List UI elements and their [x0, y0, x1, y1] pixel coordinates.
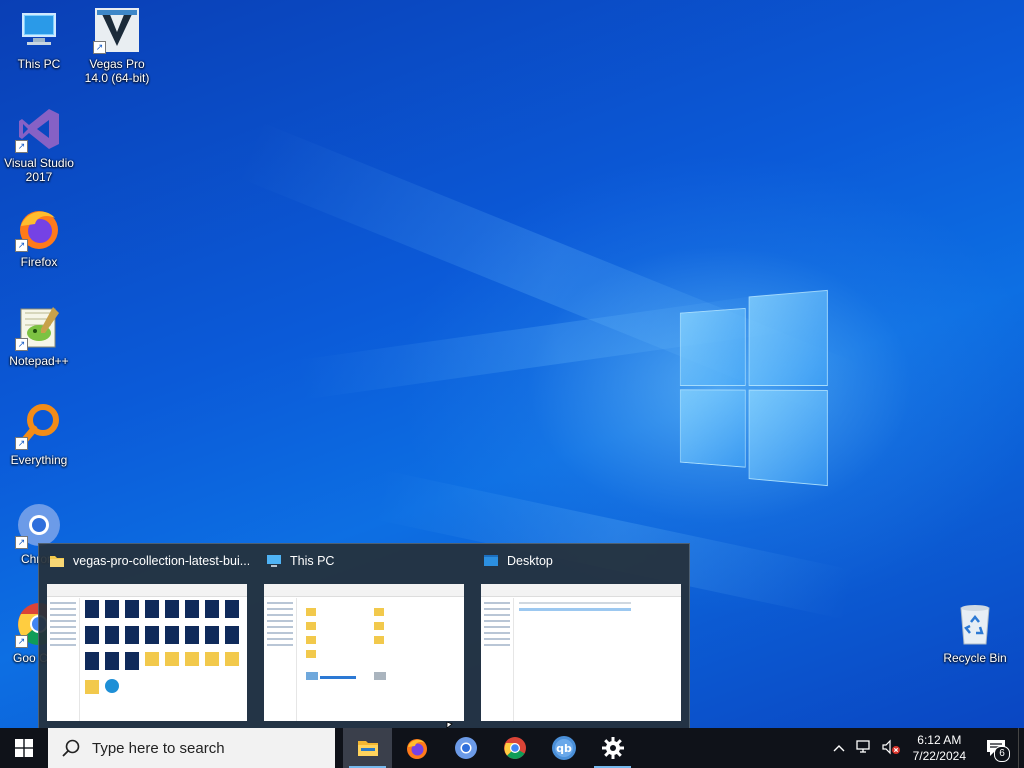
clock-time: 6:12 AM: [913, 732, 966, 748]
shortcut-arrow-icon: ↗: [93, 41, 106, 54]
system-tray: 6:12 AM 7/22/2024 6: [827, 728, 1024, 768]
desktop-icon-visual-studio[interactable]: ↗ Visual Studio 2017: [0, 105, 78, 184]
file-explorer-icon: [356, 736, 380, 760]
firefox-icon: ↗: [15, 204, 63, 252]
windows-wallpaper-logo: [680, 290, 826, 480]
everything-icon: ↗: [15, 402, 63, 450]
show-hidden-icons-chevron-icon[interactable]: [827, 741, 851, 755]
google-chrome-icon: [503, 736, 527, 760]
this-pc-icon: [15, 6, 63, 54]
action-center-button[interactable]: 6: [974, 728, 1018, 768]
desktop-icon-notepad-plus-plus[interactable]: ↗ Notepad++: [0, 303, 78, 368]
notification-count-badge: 6: [994, 746, 1010, 762]
chromium-icon: ↗: [15, 501, 63, 549]
desktop-icon-everything[interactable]: ↗ Everything: [0, 402, 78, 467]
window-title: Desktop: [507, 554, 553, 568]
desktop-icon-recycle-bin[interactable]: Recycle Bin: [936, 600, 1014, 665]
search-placeholder: Type here to search: [92, 740, 225, 757]
taskbar-file-explorer[interactable]: [343, 728, 392, 768]
shortcut-arrow-icon: ↗: [15, 536, 28, 549]
this-pc-icon: [266, 553, 282, 569]
desktop-icon-firefox[interactable]: ↗ Firefox: [0, 204, 78, 269]
shortcut-arrow-icon: ↗: [15, 437, 28, 450]
taskbar-chromium[interactable]: [441, 728, 490, 768]
window-thumbnail-vegas-folder[interactable]: vegas-pro-collection-latest-bui...: [39, 544, 255, 728]
shortcut-arrow-icon: ↗: [15, 635, 28, 648]
window-preview: [264, 584, 464, 721]
svg-text:qb: qb: [556, 742, 572, 755]
chromium-icon: [454, 736, 478, 760]
taskbar-google-chrome[interactable]: [490, 728, 539, 768]
network-icon[interactable]: [851, 739, 877, 758]
desktop[interactable]: This PC ↗ Vegas Pro 14.0 (64-bit) ↗ Visu…: [0, 0, 1024, 728]
taskbar-settings[interactable]: [588, 728, 637, 768]
search-icon: [62, 739, 80, 757]
volume-muted-icon[interactable]: [877, 739, 905, 758]
visual-studio-icon: ↗: [15, 105, 63, 153]
shortcut-arrow-icon: ↗: [15, 338, 28, 351]
notepad-plus-plus-icon: ↗: [15, 303, 63, 351]
window-title: vegas-pro-collection-latest-bui...: [73, 554, 249, 568]
window-title: This PC: [290, 554, 334, 568]
window-thumbnail-desktop[interactable]: Desktop: [473, 544, 689, 728]
shortcut-arrow-icon: ↗: [15, 239, 28, 252]
taskbar-thumbnail-preview: vegas-pro-collection-latest-bui... This …: [38, 543, 690, 728]
windows-start-icon: [15, 739, 33, 757]
desktop-folder-icon: [483, 553, 499, 569]
recycle-bin-icon: [951, 600, 999, 648]
taskbar-clock[interactable]: 6:12 AM 7/22/2024: [913, 732, 966, 764]
firefox-icon: [405, 736, 429, 760]
taskbar-firefox[interactable]: [392, 728, 441, 768]
window-thumbnail-this-pc[interactable]: This PC: [256, 544, 472, 728]
desktop-icon-this-pc[interactable]: This PC: [0, 6, 78, 71]
folder-icon: [49, 553, 65, 569]
settings-icon: [602, 737, 624, 759]
desktop-icon-vegas-pro[interactable]: ↗ Vegas Pro 14.0 (64-bit): [78, 6, 156, 85]
clock-date: 7/22/2024: [913, 748, 966, 764]
show-desktop-button[interactable]: [1018, 728, 1024, 768]
shortcut-arrow-icon: ↗: [15, 140, 28, 153]
taskbar-search-box[interactable]: Type here to search: [48, 728, 335, 768]
taskbar: Type here to search qb 6:12 AM 7/22/2024: [0, 728, 1024, 768]
taskbar-qbittorrent[interactable]: qb: [539, 728, 588, 768]
start-button[interactable]: [0, 728, 48, 768]
vegas-pro-icon: ↗: [93, 6, 141, 54]
window-preview: [47, 584, 247, 721]
window-preview: [481, 584, 681, 721]
qbittorrent-icon: qb: [551, 735, 577, 761]
